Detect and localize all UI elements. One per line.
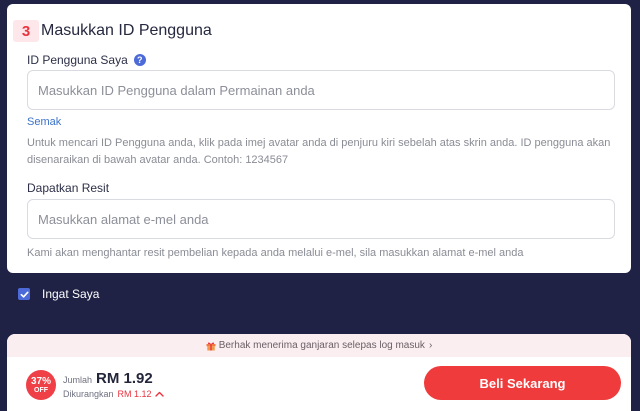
discount-percent: 37% <box>30 375 51 387</box>
total-value: RM 1.92 <box>96 370 153 387</box>
step-title: Masukkan ID Pengguna <box>41 22 212 39</box>
receipt-hint: Kami akan menghantar resit pembelian kep… <box>27 247 524 259</box>
user-id-input[interactable] <box>27 70 615 110</box>
total-label: Jumlah <box>63 375 93 385</box>
user-id-label: ID Pengguna Saya <box>27 53 128 67</box>
checkout-bar: Berhak menerima ganjaran selepas log mas… <box>7 334 631 411</box>
email-input[interactable] <box>27 199 615 239</box>
remember-me-toggle[interactable]: Ingat Saya <box>18 287 99 301</box>
total-line: Jumlah RM 1.92 <box>63 370 153 387</box>
login-reward-text: Berhak menerima ganjaran selepas log mas… <box>218 340 425 351</box>
gift-icon <box>206 341 216 351</box>
checkmark-icon <box>20 291 29 298</box>
user-id-card: 3 Masukkan ID Pengguna ID Pengguna Saya?… <box>7 4 631 273</box>
receipt-label: Dapatkan Resit <box>27 181 110 195</box>
discount-label: Dikurangkan <box>63 389 114 399</box>
buy-now-button[interactable]: Beli Sekarang <box>424 366 621 400</box>
user-id-hint: Untuk mencari ID Pengguna anda, klik pad… <box>27 137 611 166</box>
user-id-label-row: ID Pengguna Saya? <box>27 53 146 67</box>
discount-value: RM 1.12 <box>117 389 152 399</box>
check-user-id-link[interactable]: Semak <box>27 116 61 128</box>
discount-line[interactable]: Dikurangkan RM 1.12 <box>63 389 164 399</box>
chevron-up-icon[interactable] <box>154 391 164 397</box>
chevron-right-icon: › <box>428 340 433 351</box>
remember-me-label: Ingat Saya <box>42 287 100 301</box>
step-number-badge: 3 <box>13 20 39 42</box>
help-icon[interactable]: ? <box>133 54 146 66</box>
login-reward-banner[interactable]: Berhak menerima ganjaran selepas log mas… <box>7 334 631 357</box>
remember-me-checkbox[interactable] <box>18 288 30 300</box>
discount-badge: 37% OFF <box>26 370 56 400</box>
discount-off-label: OFF <box>34 386 48 394</box>
